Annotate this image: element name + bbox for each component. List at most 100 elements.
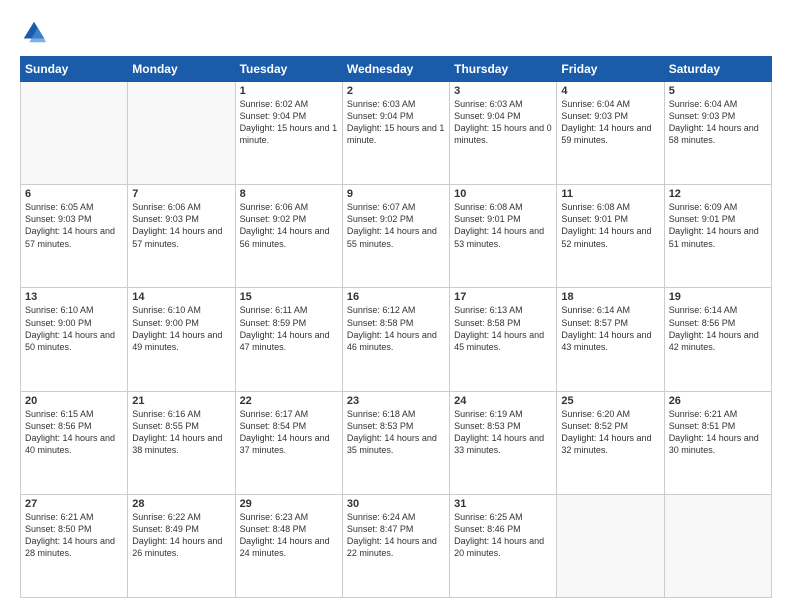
day-number: 9 [347,188,445,200]
calendar-day-18: 18Sunrise: 6:14 AMSunset: 8:57 PMDayligh… [557,288,664,391]
day-info: Sunrise: 6:20 AMSunset: 8:52 PMDaylight:… [561,408,659,457]
day-number: 26 [669,395,767,407]
day-info: Sunrise: 6:18 AMSunset: 8:53 PMDaylight:… [347,408,445,457]
day-info: Sunrise: 6:07 AMSunset: 9:02 PMDaylight:… [347,201,445,250]
day-number: 14 [132,291,230,303]
calendar-header-friday: Friday [557,57,664,82]
day-info: Sunrise: 6:17 AMSunset: 8:54 PMDaylight:… [240,408,338,457]
calendar-header-monday: Monday [128,57,235,82]
calendar-header-wednesday: Wednesday [342,57,449,82]
calendar-day-17: 17Sunrise: 6:13 AMSunset: 8:58 PMDayligh… [450,288,557,391]
day-number: 23 [347,395,445,407]
calendar-day-28: 28Sunrise: 6:22 AMSunset: 8:49 PMDayligh… [128,494,235,597]
day-info: Sunrise: 6:11 AMSunset: 8:59 PMDaylight:… [240,304,338,353]
day-info: Sunrise: 6:15 AMSunset: 8:56 PMDaylight:… [25,408,123,457]
day-number: 15 [240,291,338,303]
day-number: 21 [132,395,230,407]
day-info: Sunrise: 6:19 AMSunset: 8:53 PMDaylight:… [454,408,552,457]
calendar-day-empty [128,82,235,185]
calendar-day-29: 29Sunrise: 6:23 AMSunset: 8:48 PMDayligh… [235,494,342,597]
day-info: Sunrise: 6:14 AMSunset: 8:57 PMDaylight:… [561,304,659,353]
day-number: 2 [347,85,445,97]
header [20,18,772,46]
day-number: 24 [454,395,552,407]
day-info: Sunrise: 6:03 AMSunset: 9:04 PMDaylight:… [454,98,552,147]
day-info: Sunrise: 6:06 AMSunset: 9:02 PMDaylight:… [240,201,338,250]
calendar-day-22: 22Sunrise: 6:17 AMSunset: 8:54 PMDayligh… [235,391,342,494]
day-info: Sunrise: 6:05 AMSunset: 9:03 PMDaylight:… [25,201,123,250]
day-number: 4 [561,85,659,97]
day-number: 18 [561,291,659,303]
calendar-day-11: 11Sunrise: 6:08 AMSunset: 9:01 PMDayligh… [557,185,664,288]
calendar-week-row-1: 6Sunrise: 6:05 AMSunset: 9:03 PMDaylight… [21,185,772,288]
calendar-day-13: 13Sunrise: 6:10 AMSunset: 9:00 PMDayligh… [21,288,128,391]
calendar-day-20: 20Sunrise: 6:15 AMSunset: 8:56 PMDayligh… [21,391,128,494]
calendar-day-30: 30Sunrise: 6:24 AMSunset: 8:47 PMDayligh… [342,494,449,597]
day-info: Sunrise: 6:02 AMSunset: 9:04 PMDaylight:… [240,98,338,147]
day-number: 10 [454,188,552,200]
calendar-day-2: 2Sunrise: 6:03 AMSunset: 9:04 PMDaylight… [342,82,449,185]
day-info: Sunrise: 6:25 AMSunset: 8:46 PMDaylight:… [454,511,552,560]
page: SundayMondayTuesdayWednesdayThursdayFrid… [0,0,792,612]
calendar-week-row-3: 20Sunrise: 6:15 AMSunset: 8:56 PMDayligh… [21,391,772,494]
day-number: 7 [132,188,230,200]
day-info: Sunrise: 6:04 AMSunset: 9:03 PMDaylight:… [669,98,767,147]
calendar-header-saturday: Saturday [664,57,771,82]
day-info: Sunrise: 6:16 AMSunset: 8:55 PMDaylight:… [132,408,230,457]
calendar-day-27: 27Sunrise: 6:21 AMSunset: 8:50 PMDayligh… [21,494,128,597]
day-info: Sunrise: 6:21 AMSunset: 8:50 PMDaylight:… [25,511,123,560]
calendar-header-tuesday: Tuesday [235,57,342,82]
calendar-day-23: 23Sunrise: 6:18 AMSunset: 8:53 PMDayligh… [342,391,449,494]
day-number: 28 [132,498,230,510]
day-number: 31 [454,498,552,510]
logo-icon [20,18,48,46]
day-info: Sunrise: 6:08 AMSunset: 9:01 PMDaylight:… [454,201,552,250]
calendar-week-row-0: 1Sunrise: 6:02 AMSunset: 9:04 PMDaylight… [21,82,772,185]
day-info: Sunrise: 6:13 AMSunset: 8:58 PMDaylight:… [454,304,552,353]
day-info: Sunrise: 6:21 AMSunset: 8:51 PMDaylight:… [669,408,767,457]
calendar-day-16: 16Sunrise: 6:12 AMSunset: 8:58 PMDayligh… [342,288,449,391]
day-info: Sunrise: 6:24 AMSunset: 8:47 PMDaylight:… [347,511,445,560]
calendar-week-row-4: 27Sunrise: 6:21 AMSunset: 8:50 PMDayligh… [21,494,772,597]
calendar-day-6: 6Sunrise: 6:05 AMSunset: 9:03 PMDaylight… [21,185,128,288]
calendar-header-sunday: Sunday [21,57,128,82]
day-info: Sunrise: 6:04 AMSunset: 9:03 PMDaylight:… [561,98,659,147]
calendar-day-15: 15Sunrise: 6:11 AMSunset: 8:59 PMDayligh… [235,288,342,391]
day-number: 6 [25,188,123,200]
day-info: Sunrise: 6:08 AMSunset: 9:01 PMDaylight:… [561,201,659,250]
calendar-day-25: 25Sunrise: 6:20 AMSunset: 8:52 PMDayligh… [557,391,664,494]
calendar-day-9: 9Sunrise: 6:07 AMSunset: 9:02 PMDaylight… [342,185,449,288]
day-number: 17 [454,291,552,303]
day-info: Sunrise: 6:14 AMSunset: 8:56 PMDaylight:… [669,304,767,353]
day-number: 29 [240,498,338,510]
day-number: 11 [561,188,659,200]
calendar-day-5: 5Sunrise: 6:04 AMSunset: 9:03 PMDaylight… [664,82,771,185]
day-number: 12 [669,188,767,200]
calendar-day-empty [21,82,128,185]
day-info: Sunrise: 6:06 AMSunset: 9:03 PMDaylight:… [132,201,230,250]
day-info: Sunrise: 6:22 AMSunset: 8:49 PMDaylight:… [132,511,230,560]
calendar-day-26: 26Sunrise: 6:21 AMSunset: 8:51 PMDayligh… [664,391,771,494]
calendar-day-empty [557,494,664,597]
day-info: Sunrise: 6:10 AMSunset: 9:00 PMDaylight:… [25,304,123,353]
calendar-day-19: 19Sunrise: 6:14 AMSunset: 8:56 PMDayligh… [664,288,771,391]
day-number: 25 [561,395,659,407]
day-number: 27 [25,498,123,510]
day-number: 3 [454,85,552,97]
logo [20,18,52,46]
calendar-day-1: 1Sunrise: 6:02 AMSunset: 9:04 PMDaylight… [235,82,342,185]
day-number: 30 [347,498,445,510]
calendar-day-4: 4Sunrise: 6:04 AMSunset: 9:03 PMDaylight… [557,82,664,185]
day-number: 5 [669,85,767,97]
calendar-table: SundayMondayTuesdayWednesdayThursdayFrid… [20,56,772,598]
calendar-day-empty [664,494,771,597]
day-info: Sunrise: 6:12 AMSunset: 8:58 PMDaylight:… [347,304,445,353]
calendar-day-21: 21Sunrise: 6:16 AMSunset: 8:55 PMDayligh… [128,391,235,494]
calendar-day-3: 3Sunrise: 6:03 AMSunset: 9:04 PMDaylight… [450,82,557,185]
day-number: 1 [240,85,338,97]
calendar-header-thursday: Thursday [450,57,557,82]
calendar-day-10: 10Sunrise: 6:08 AMSunset: 9:01 PMDayligh… [450,185,557,288]
day-info: Sunrise: 6:03 AMSunset: 9:04 PMDaylight:… [347,98,445,147]
day-number: 19 [669,291,767,303]
calendar-day-14: 14Sunrise: 6:10 AMSunset: 9:00 PMDayligh… [128,288,235,391]
